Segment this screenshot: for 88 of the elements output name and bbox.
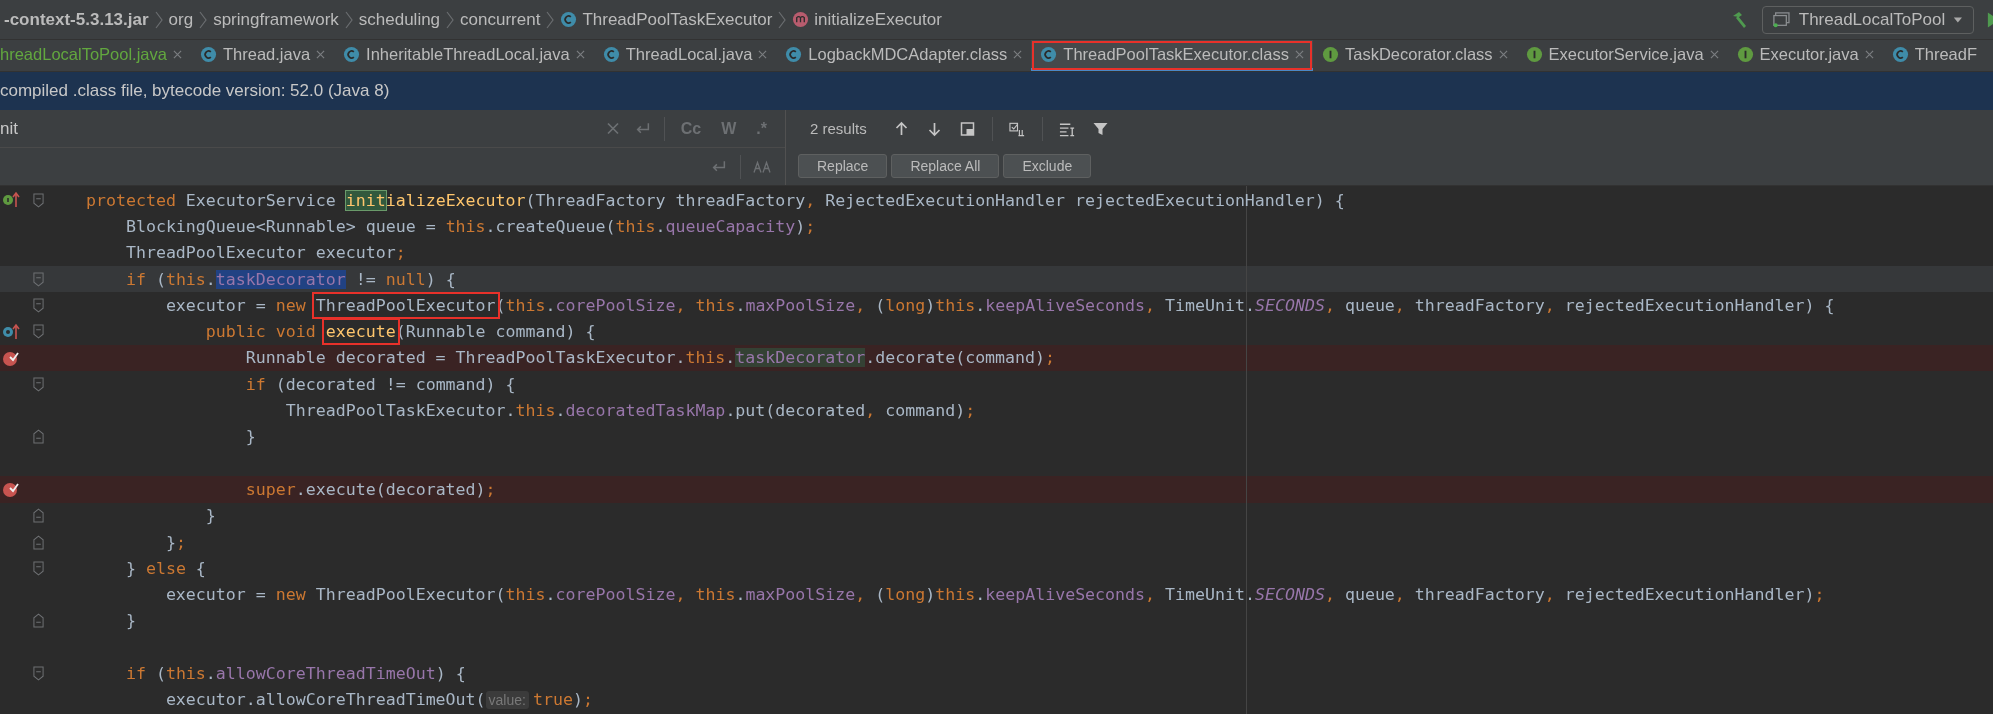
code-line: Runnable decorated = ThreadPoolTaskExecutor.this.taskDecorator.decorate(command); — [244, 348, 1056, 368]
close-icon[interactable] — [575, 49, 585, 59]
close-icon[interactable] — [1294, 49, 1304, 59]
close-icon[interactable] — [1864, 49, 1874, 59]
code-line: public void execute(Runnable command) { — [46, 322, 596, 342]
fold-marker-icon[interactable] — [33, 271, 44, 287]
close-icon[interactable] — [1498, 49, 1508, 59]
close-icon[interactable] — [316, 49, 326, 59]
breakpoint-icon[interactable] — [2, 480, 20, 499]
class-icon — [1040, 45, 1058, 63]
fold-marker-icon[interactable] — [33, 297, 44, 313]
close-icon[interactable] — [758, 49, 768, 59]
code-line: } — [124, 611, 136, 631]
breadcrumb-item[interactable]: ThreadPoolTaskExecutor — [554, 9, 779, 30]
breadcrumb-item[interactable]: org — [162, 9, 200, 30]
breadcrumb-separator-icon — [546, 10, 555, 29]
fold-marker-icon[interactable] — [33, 192, 44, 208]
breadcrumb-item[interactable]: -context-5.3.13.jar — [0, 9, 155, 30]
editor-tab[interactable]: Thread.java — [190, 40, 335, 71]
fold-end-icon[interactable] — [33, 508, 44, 524]
fold-end-icon[interactable] — [33, 429, 44, 445]
breadcrumb-separator-icon — [154, 10, 163, 29]
code-line: executor.allowCoreThreadTimeOut( value: true); — [164, 690, 593, 710]
notification-bar: compiled .class file, bytecode version: 52.0 (Java 8) — [0, 72, 1993, 110]
replace-button[interactable]: Replace — [798, 153, 888, 178]
fold-end-icon[interactable] — [33, 613, 44, 629]
class-icon — [343, 45, 361, 63]
replace-button[interactable]: Replace All — [891, 153, 1000, 178]
editor-tab[interactable]: hreadLocalToPool.java — [0, 40, 191, 71]
editor-tab[interactable]: Executor.java — [1727, 40, 1883, 71]
class-icon — [785, 45, 803, 63]
fold-marker-icon[interactable] — [33, 324, 44, 340]
editor-tab[interactable]: ExecutorService.java — [1516, 40, 1728, 71]
filter-icon[interactable] — [1091, 120, 1109, 137]
interface-icon — [1321, 45, 1339, 63]
breadcrumb-item[interactable]: initializeExecutor — [786, 9, 948, 30]
code-line: } — [244, 427, 256, 447]
breadcrumb-separator-icon — [778, 10, 787, 29]
fold-marker-icon[interactable] — [33, 376, 44, 392]
window-icon[interactable] — [958, 120, 976, 137]
close-icon[interactable] — [172, 49, 182, 59]
editor-tab[interactable]: TaskDecorator.class — [1312, 40, 1517, 71]
code-line: } — [204, 506, 216, 526]
caret-icon — [1953, 15, 1963, 24]
editor-tab[interactable]: InheritableThreadLocal.java — [334, 40, 594, 71]
breadcrumb-separator-icon — [199, 10, 208, 29]
breadcrumb-separator-icon — [446, 10, 455, 29]
editor-tab[interactable]: ThreadPoolTaskExecutor.class — [1031, 40, 1313, 71]
code-line: }; — [164, 532, 186, 552]
search-field[interactable]: nit — [0, 113, 592, 144]
code-line: } else { — [124, 558, 206, 578]
code-line: executor = new ThreadPoolExecutor(this.corePoolSize, this.maxPoolSize, (long)this.keepAliveSeconds, TimeUnit.SECONDS, queue, threadFactory, rejectedExecutionHandler); — [164, 585, 1825, 605]
preserve-case-icon[interactable] — [753, 159, 771, 174]
class-icon — [602, 45, 620, 63]
code-line: if (this.taskDecorator != null) { — [124, 269, 456, 289]
implements-icon[interactable] — [2, 191, 20, 210]
results-count: 2 results — [810, 120, 867, 137]
newline-icon[interactable] — [710, 159, 728, 174]
breadcrumb-item[interactable]: scheduling — [352, 9, 447, 30]
fold-marker-icon[interactable] — [33, 666, 44, 681]
code-line: super.execute(decorated); — [244, 479, 496, 499]
close-icon[interactable] — [1709, 49, 1719, 59]
code-line: ThreadPoolTaskExecutor.this.decoratedTaskMap.put(decorated, command); — [284, 401, 976, 420]
code-line: if (decorated != command) { — [244, 374, 516, 394]
application-icon — [1773, 10, 1791, 29]
editor-tab[interactable]: LogbackMDCAdapter.class — [776, 40, 1032, 71]
code-line: ThreadPoolExecutor executor; — [124, 243, 406, 263]
interface-icon — [1736, 45, 1754, 63]
method-icon — [792, 11, 810, 28]
class-icon — [199, 45, 217, 63]
code-line: protected ExecutorService initializeExecutor(ThreadFactory threadFactory, RejectedExecutionHandler rejectedExecutionHandler) { — [84, 190, 1345, 210]
interface-icon — [1525, 45, 1543, 63]
select-all-icon[interactable] — [1008, 120, 1026, 137]
editor-tab[interactable]: ThreadLocal.java — [593, 40, 777, 71]
class-icon — [1891, 45, 1909, 63]
code-line: BlockingQueue<Runnable> queue = this.createQueue(this.queueCapacity); — [124, 216, 816, 236]
overrides-icon[interactable] — [2, 322, 20, 341]
close-icon[interactable] — [1013, 49, 1023, 59]
fold-end-icon[interactable] — [33, 534, 44, 550]
replace-button[interactable]: Exclude — [1003, 153, 1092, 178]
breadcrumb-separator-icon — [344, 10, 353, 29]
code-line: if (this.allowCoreThreadTimeOut) { — [124, 664, 466, 683]
editor-tab[interactable]: ThreadF — [1882, 40, 1986, 71]
run-configuration-dropdown[interactable]: ThreadLocalToPool — [1762, 5, 1974, 34]
fold-marker-icon[interactable] — [33, 560, 44, 576]
breadcrumb-item[interactable]: springframework — [207, 9, 345, 30]
class-icon — [560, 11, 578, 28]
breadcrumb-item[interactable]: concurrent — [454, 9, 547, 30]
